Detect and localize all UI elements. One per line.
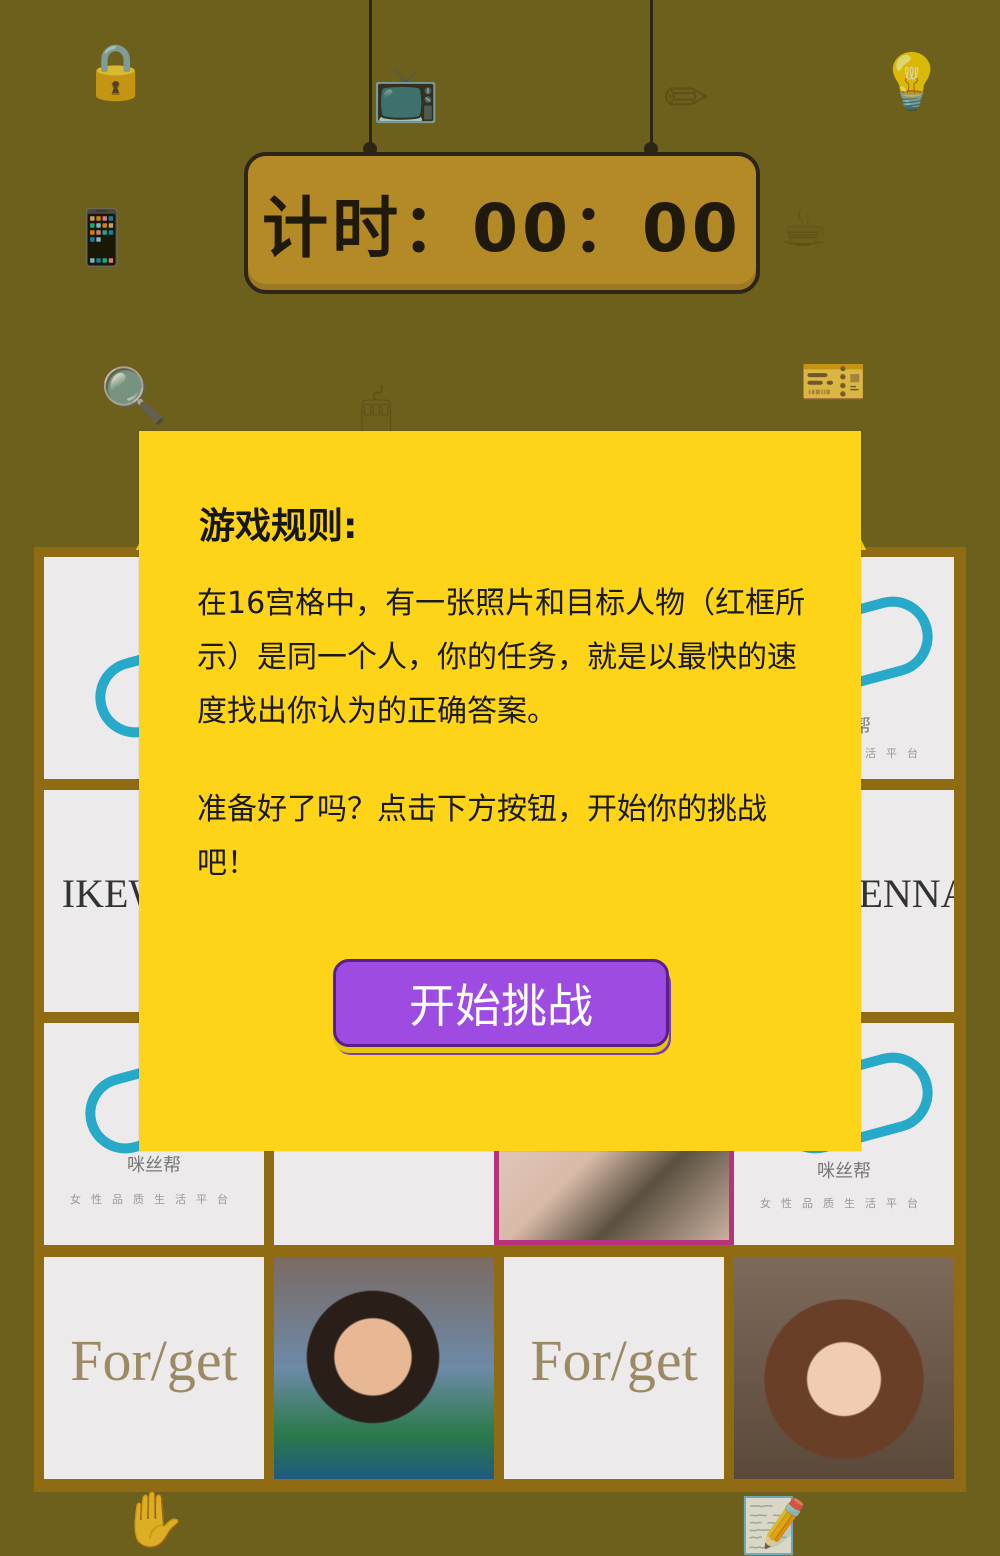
pencil-icon: ✏ [664,66,710,129]
lock-icon: 🔒 [82,40,150,103]
timer-display: 计时：00：00 [262,190,742,267]
lightbulb-icon: 💡 [878,50,946,113]
coffee-icon: ☕ [780,196,829,259]
person-photo [734,1257,954,1479]
rules-title: 游戏规则: [199,506,358,547]
rules-card: 游戏规则: 在16宫格中，有一张照片和目标人物（红框所示）是同一个人，你的任务，… [139,431,861,1151]
timer-sign: 计时：00：00 [244,152,760,294]
tv-icon: 📺 [372,62,440,125]
brand-tagline: 女性品质生活平台 [70,1193,238,1206]
brand-name: 咪丝帮 [817,1161,871,1182]
brand-tagline: 女性品质生活平台 [760,1197,928,1210]
note-icon: 📝 [740,1494,808,1556]
grid-tile[interactable]: For/get [504,1257,724,1479]
rules-prompt: 准备好了吗？点击下方按钮，开始你的挑战吧！ [197,792,767,881]
hand-icon: ✋ [120,1488,188,1551]
brand-name: For/get [70,1328,238,1393]
brand-name: For/get [530,1328,698,1393]
ticket-icon: 🎫 [800,350,868,413]
phone-icon: 📱 [68,206,136,269]
person-photo [274,1257,494,1479]
grid-tile[interactable]: For/get [44,1257,264,1479]
grid-tile[interactable] [734,1257,954,1479]
rules-description: 在16宫格中，有一张照片和目标人物（红框所示）是同一个人，你的任务，就是以最快的… [197,586,806,729]
rope-right [650,0,653,150]
brand-name: 咪丝帮 [127,1155,181,1176]
magnifier-icon: 🔍 [100,364,168,427]
start-challenge-button[interactable]: 开始挑战 [333,959,669,1047]
grid-tile[interactable] [274,1257,494,1479]
rope-left [369,0,372,150]
